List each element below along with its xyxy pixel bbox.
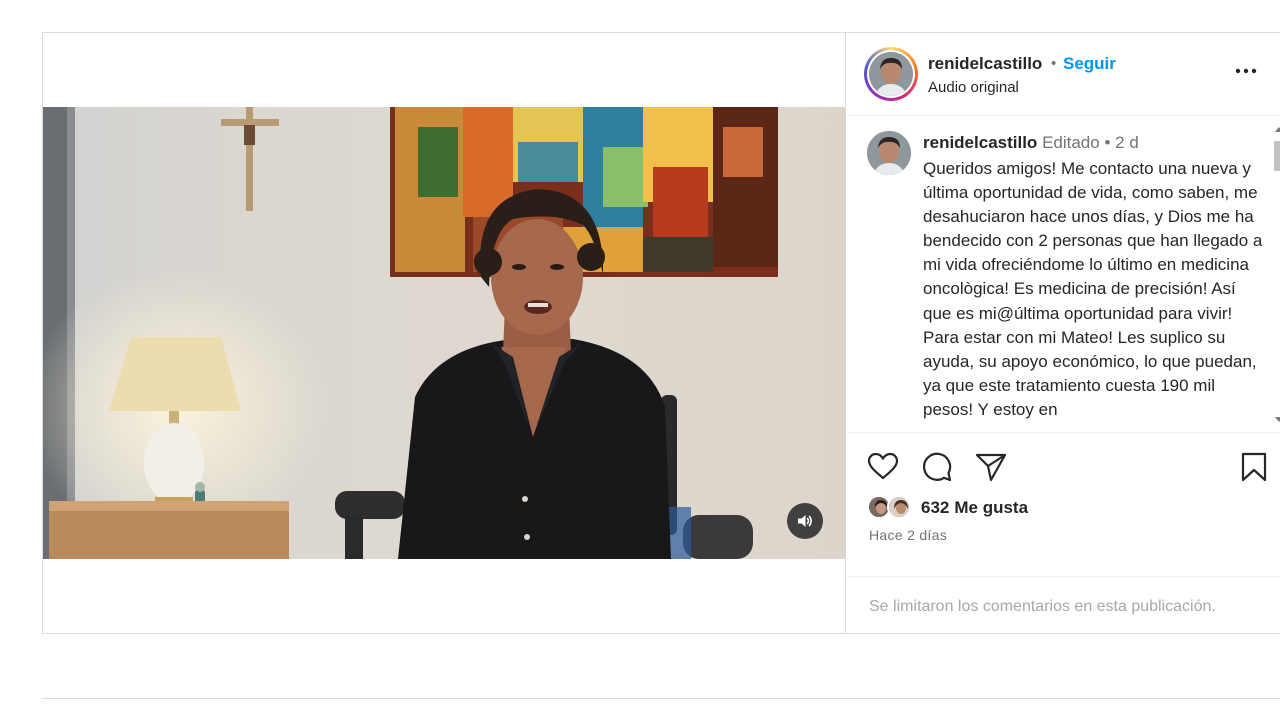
likes-number: 632 xyxy=(921,498,950,517)
save-button[interactable] xyxy=(1236,449,1272,485)
likes-row[interactable]: 632 Me gusta xyxy=(867,493,1267,523)
share-button[interactable] xyxy=(973,449,1009,485)
avatar-image xyxy=(867,131,911,175)
likes-count[interactable]: 632 Me gusta xyxy=(921,498,1028,518)
mute-button[interactable] xyxy=(787,503,823,539)
caption-scrollbar[interactable] xyxy=(1273,123,1280,427)
follow-button[interactable]: Seguir xyxy=(1063,54,1116,74)
author-username[interactable]: renidelcastillo xyxy=(928,54,1042,74)
more-horizontal-icon xyxy=(1235,68,1257,74)
scroll-thumb[interactable] xyxy=(1274,141,1280,171)
caption-time: 2 d xyxy=(1115,133,1139,152)
media-pane xyxy=(43,33,846,633)
audio-label[interactable]: Audio original xyxy=(928,79,1019,96)
comment-icon xyxy=(922,452,952,482)
action-bar xyxy=(847,437,1280,497)
post-side-pane: renidelcastillo • Seguir Audio original xyxy=(847,33,1280,633)
like-button[interactable] xyxy=(865,449,901,485)
divider xyxy=(42,698,1280,699)
speaker-icon xyxy=(798,515,812,527)
caption-section[interactable]: renidelcastillo Editado • 2 d Queridos a… xyxy=(847,117,1280,433)
header-separator: • xyxy=(1051,55,1057,72)
avatar-image xyxy=(889,497,909,517)
likes-label: Me gusta xyxy=(954,498,1029,517)
comments-limited-notice: Se limitaron los comentarios en esta pub… xyxy=(847,576,1280,634)
edited-label: Editado xyxy=(1042,133,1100,152)
scroll-up-arrow-icon[interactable] xyxy=(1275,127,1280,132)
caption-avatar[interactable] xyxy=(867,131,911,175)
caption-username[interactable]: renidelcastillo xyxy=(923,133,1037,152)
post-header: renidelcastillo • Seguir Audio original xyxy=(847,33,1280,116)
comment-button[interactable] xyxy=(919,449,955,485)
bookmark-icon xyxy=(1241,452,1267,482)
caption-text: Queridos amigos! Me contacto una nueva y… xyxy=(923,159,1268,419)
avatar-image xyxy=(869,52,913,96)
video-frame xyxy=(43,107,846,559)
liker-avatar xyxy=(887,495,911,519)
heart-icon xyxy=(867,452,899,480)
post-timestamp[interactable]: Hace 2 días xyxy=(869,527,947,543)
instagram-post: renidelcastillo • Seguir Audio original xyxy=(42,32,1280,634)
more-options-button[interactable] xyxy=(1232,57,1260,85)
author-avatar[interactable] xyxy=(864,47,918,101)
caption-meta-separator: • xyxy=(1104,133,1111,152)
scroll-down-arrow-icon[interactable] xyxy=(1275,417,1280,422)
share-icon xyxy=(975,453,1007,482)
caption-header: renidelcastillo Editado • 2 d xyxy=(923,133,1139,153)
post-video[interactable] xyxy=(43,107,846,559)
comments-limited-text: Se limitaron los comentarios en esta pub… xyxy=(869,598,1216,615)
